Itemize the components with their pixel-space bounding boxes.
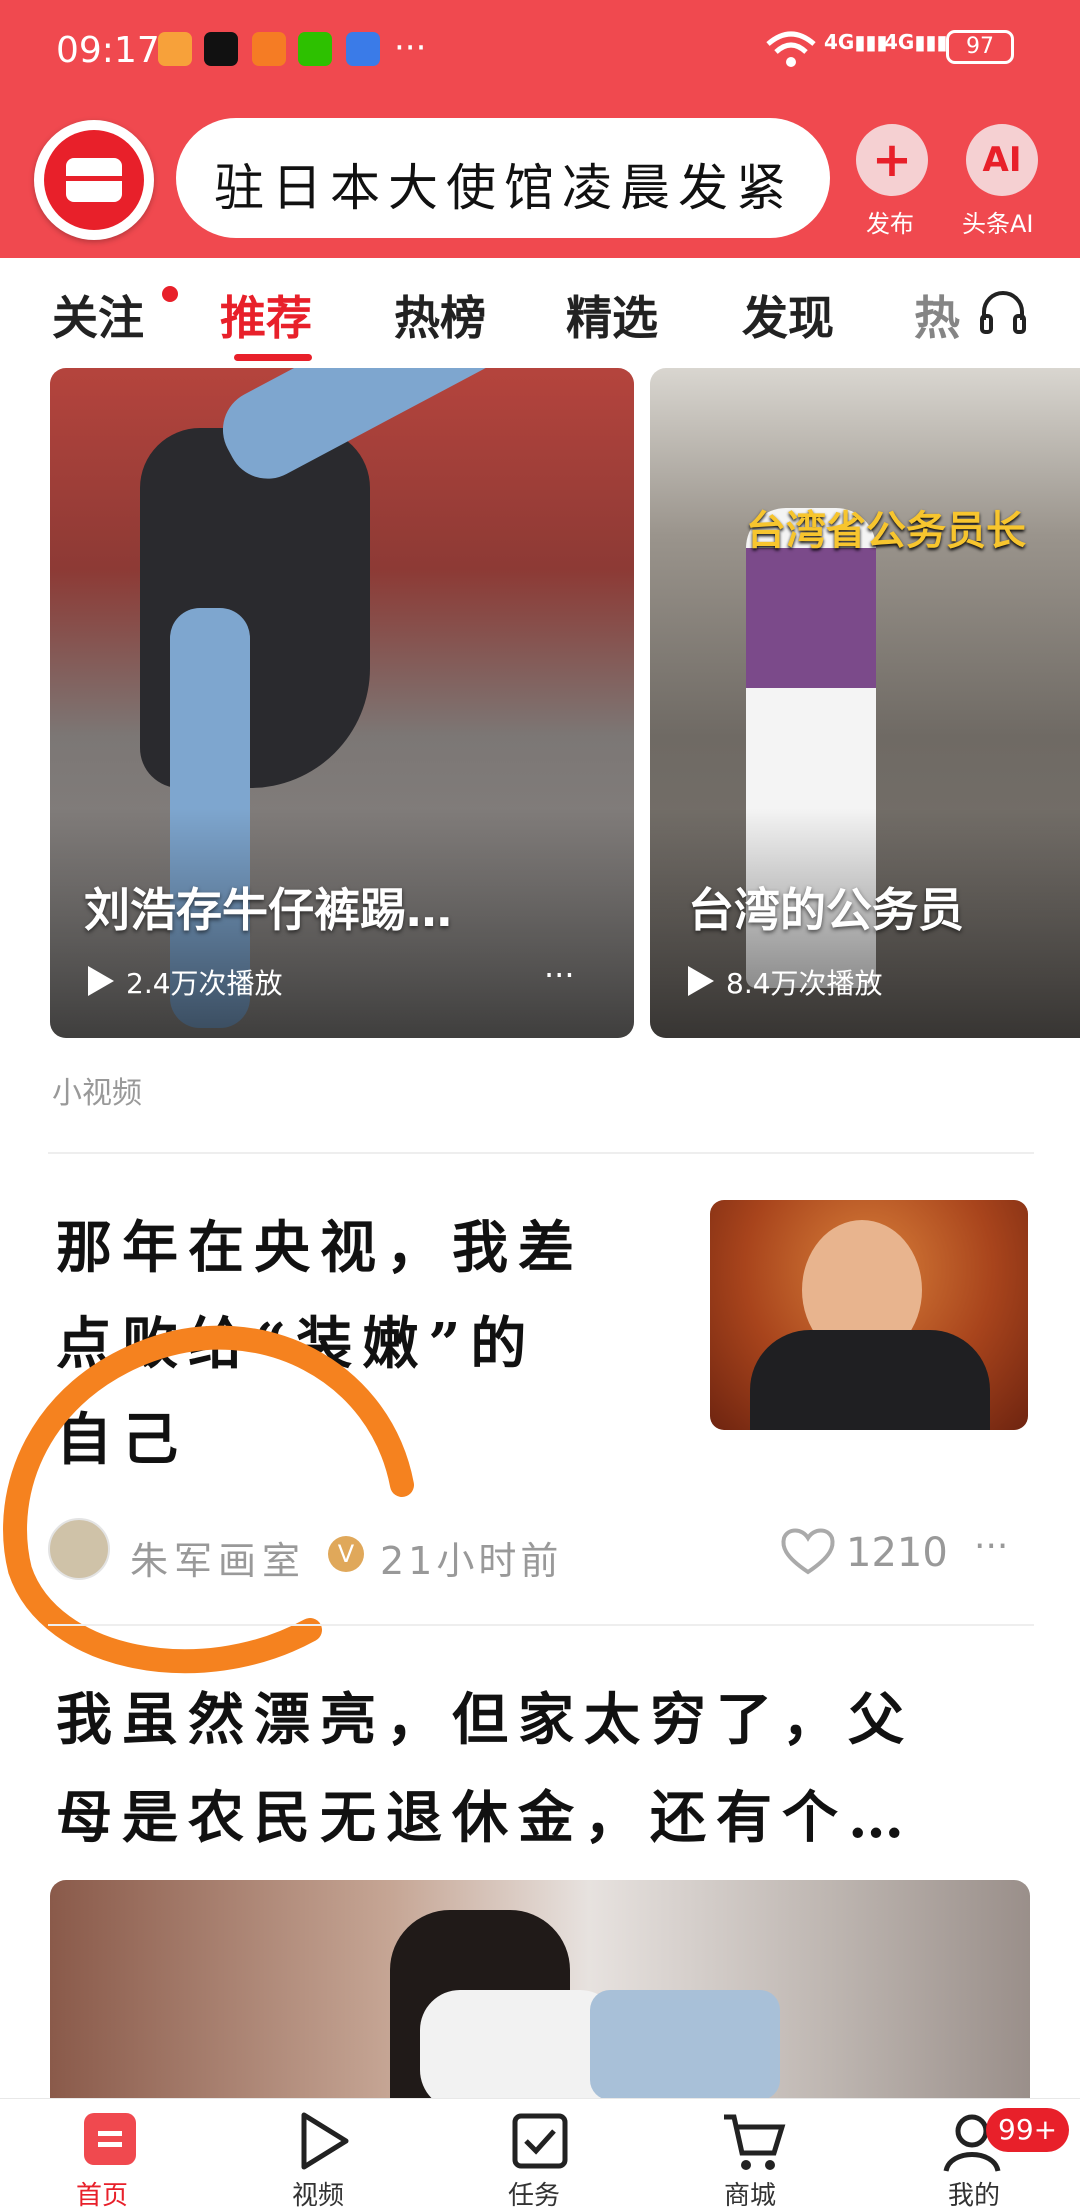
- section-label: 小视频: [52, 1076, 142, 1111]
- ai-icon[interactable]: AI: [966, 124, 1038, 196]
- tiktok-notification-icon: [204, 32, 238, 66]
- nav-mall-label[interactable]: 商城: [724, 2175, 776, 2212]
- video-card[interactable]: 刘浩存牛仔裤踢… 2.4万次播放 ···: [50, 368, 634, 1038]
- shield-notification-icon: [346, 32, 380, 66]
- avatar[interactable]: [48, 1518, 110, 1580]
- notification-badge: 99+: [986, 2108, 1070, 2152]
- app-notification-icon: [158, 32, 192, 66]
- shopping-cart-icon[interactable]: [720, 2111, 786, 2173]
- signal-4g-icon: 4G▮▮▮: [884, 30, 948, 54]
- search-bar[interactable]: 驻日本大使馆凌晨发紧: [176, 118, 830, 238]
- article-title-line[interactable]: 我虽然漂亮，但家太穷了，父: [56, 1672, 914, 1768]
- tab-recommend[interactable]: 推荐: [220, 282, 312, 348]
- video-card[interactable]: 台湾省公务员长 台湾的公务员 8.4万次播放: [650, 368, 1080, 1038]
- nav-profile-label[interactable]: 我的: [948, 2175, 1000, 2212]
- task-checkbox-icon[interactable]: [512, 2113, 568, 2169]
- video-title: 刘浩存牛仔裤踢…: [84, 883, 452, 937]
- tab-featured[interactable]: 精选: [566, 282, 658, 348]
- play-icon: [88, 966, 114, 996]
- video-plays: 8.4万次播放: [726, 967, 883, 1000]
- tab-hot-list[interactable]: 热榜: [394, 282, 486, 348]
- nav-home-label[interactable]: 首页: [76, 2175, 128, 2212]
- more-options-icon[interactable]: ···: [544, 956, 575, 994]
- status-time: 09:17: [56, 30, 160, 71]
- ai-label[interactable]: 头条AI: [962, 204, 1034, 239]
- like-count: 1210: [846, 1530, 948, 1576]
- video-title: 台湾的公务员: [688, 883, 964, 937]
- tab-hot-partial[interactable]: 热: [914, 282, 960, 348]
- battery-indicator: 97: [946, 30, 1014, 64]
- unread-dot: [162, 286, 178, 302]
- play-icon: [688, 966, 714, 996]
- bottom-nav: 首页 视频 任务 商城 我的: [0, 2098, 1080, 2211]
- video-overlay-text: 台湾省公务员长: [746, 508, 1026, 554]
- article-title-line[interactable]: 点败给“装嫩”的: [56, 1296, 536, 1392]
- tab-discover[interactable]: 发现: [742, 282, 834, 348]
- article-title-line[interactable]: 自己: [56, 1392, 188, 1488]
- search-hot-text: 驻日本大使馆凌晨发紧: [214, 159, 794, 217]
- app-notification-icon: [252, 32, 286, 66]
- channel-tabs: 关注 推荐 热榜 精选 发现 热: [0, 258, 1080, 368]
- publish-plus-icon[interactable]: +: [856, 124, 928, 196]
- nav-task-label[interactable]: 任务: [508, 2175, 560, 2212]
- divider: [48, 1152, 1034, 1154]
- article-title-line[interactable]: 那年在央视，我差: [56, 1200, 584, 1296]
- author-name[interactable]: 朱军画室: [130, 1530, 306, 1585]
- signal-4g-icon: 4G▮▮▮: [824, 30, 888, 54]
- wifi-icon: [766, 31, 816, 67]
- nav-video-label[interactable]: 视频: [292, 2175, 344, 2212]
- divider: [48, 1624, 1034, 1626]
- more-options-icon[interactable]: ···: [974, 1526, 1008, 1567]
- more-notifications-icon: ···: [394, 28, 427, 68]
- article-thumbnail[interactable]: [710, 1200, 1028, 1430]
- headphones-icon[interactable]: [978, 288, 1028, 338]
- article-title-line[interactable]: 母是农民无退休金，还有个…: [56, 1770, 914, 1866]
- tab-follow[interactable]: 关注: [52, 282, 144, 348]
- publish-time: 21小时前: [380, 1539, 563, 1583]
- header: 09:17 ··· 4G▮▮▮ 4G▮▮▮ 97 驻日本大使馆凌晨发紧 + 发布…: [0, 0, 1080, 258]
- heart-icon[interactable]: [780, 1526, 836, 1576]
- wechat-notification-icon: [298, 32, 332, 66]
- video-plays: 2.4万次播放: [126, 967, 283, 1000]
- tab-active-indicator: [234, 354, 312, 361]
- verified-icon: V: [328, 1536, 364, 1572]
- video-play-icon[interactable]: [298, 2111, 350, 2171]
- publish-label[interactable]: 发布: [866, 204, 914, 239]
- app-logo[interactable]: [34, 120, 154, 240]
- home-icon[interactable]: [84, 2113, 136, 2165]
- article-image[interactable]: [50, 1880, 1030, 2098]
